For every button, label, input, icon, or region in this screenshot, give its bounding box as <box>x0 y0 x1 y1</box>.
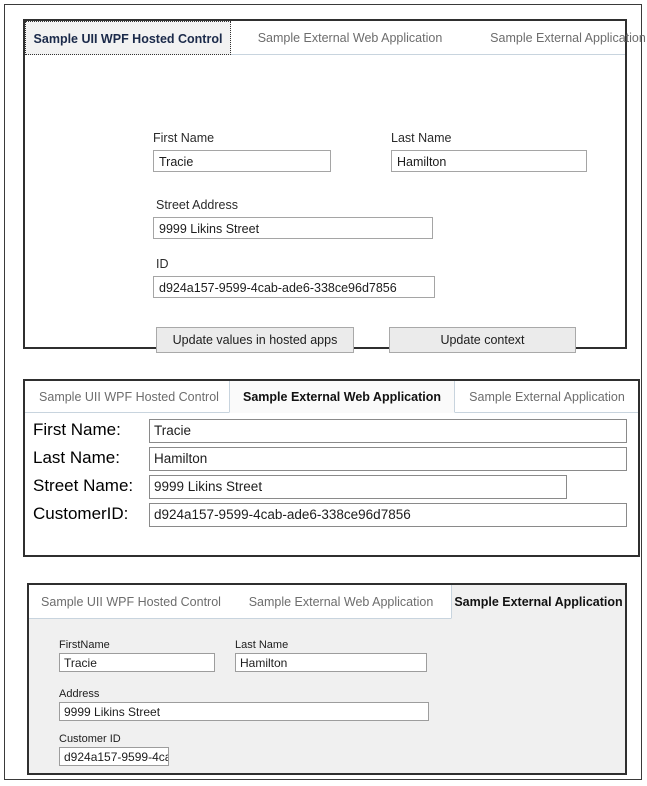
label-street-address: Street Address <box>156 198 238 212</box>
input-street-name[interactable]: 9999 Likins Street <box>149 475 567 499</box>
input-last-name[interactable]: Hamilton <box>149 447 627 471</box>
input-first-name[interactable]: Tracie <box>59 653 215 672</box>
label-id: ID <box>156 257 169 271</box>
label-first-name: First Name: <box>33 420 121 439</box>
row-first-name: First Name: Tracie <box>25 417 638 445</box>
update-context-button[interactable]: Update context <box>389 327 576 353</box>
panel-web-content: First Name: Tracie Last Name: Hamilton S… <box>25 413 638 555</box>
tabstrip-ext: Sample UII WPF Hosted Control Sample Ext… <box>29 585 625 619</box>
label-first-name: First Name <box>153 131 215 145</box>
tab-wpf-external-application[interactable]: Sample External Application <box>468 21 647 55</box>
tab-web-external-application[interactable]: Sample External Application <box>457 381 637 413</box>
label-last-name: Last Name <box>235 639 289 651</box>
row-street-name: Street Name: 9999 Likins Street <box>25 473 638 501</box>
update-values-in-hosted-apps-button[interactable]: Update values in hosted apps <box>156 327 354 353</box>
row-last-name: Last Name: Hamilton <box>25 445 638 473</box>
tab-web-hosted-control[interactable]: Sample UII WPF Hosted Control <box>29 381 229 413</box>
page-frame: Sample UII WPF Hosted Control Sample Ext… <box>4 4 646 780</box>
tab-wpf-external-web-application[interactable]: Sample External Web Application <box>239 21 461 55</box>
row-customer-id: CustomerID: d924a157-9599-4cab-ade6-338c… <box>25 501 638 529</box>
tab-ext-external-application[interactable]: Sample External Application <box>451 585 625 619</box>
tabstrip-wpf: Sample UII WPF Hosted Control Sample Ext… <box>25 21 646 55</box>
label-last-name: Last Name: <box>33 448 120 467</box>
tab-web-external-web-application[interactable]: Sample External Web Application <box>229 381 455 413</box>
tab-ext-external-web-application[interactable]: Sample External Web Application <box>231 585 451 619</box>
input-id[interactable]: d924a157-9599-4cab-ade6-338ce96d7856 <box>153 276 435 298</box>
input-street-address[interactable]: 9999 Likins Street <box>153 217 433 239</box>
label-first-name: FirstName <box>59 639 110 651</box>
input-address[interactable]: 9999 Likins Street <box>59 702 429 721</box>
label-last-name: Last Name <box>391 131 452 145</box>
panel-wpf-content: First Name Tracie Last Name Hamilton Str… <box>25 55 625 353</box>
tab-ext-hosted-control[interactable]: Sample UII WPF Hosted Control <box>31 585 231 619</box>
input-customer-id[interactable]: d924a157-9599-4ca <box>59 747 169 766</box>
tab-wpf-hosted-control[interactable]: Sample UII WPF Hosted Control <box>25 21 231 55</box>
tabstrip-web: Sample UII WPF Hosted Control Sample Ext… <box>25 381 638 413</box>
input-customer-id[interactable]: d924a157-9599-4cab-ade6-338ce96d7856 <box>149 503 627 527</box>
panel-external-web-application: Sample UII WPF Hosted Control Sample Ext… <box>23 379 640 557</box>
label-customer-id: Customer ID <box>59 733 121 745</box>
label-street-name: Street Name: <box>33 476 134 495</box>
input-last-name[interactable]: Hamilton <box>391 150 587 172</box>
input-last-name[interactable]: Hamilton <box>235 653 427 672</box>
panel-external-application: Sample UII WPF Hosted Control Sample Ext… <box>27 583 627 775</box>
label-customer-id: CustomerID: <box>33 504 129 523</box>
input-first-name[interactable]: Tracie <box>153 150 331 172</box>
label-address: Address <box>59 688 100 700</box>
panel-wpf-hosted-control: Sample UII WPF Hosted Control Sample Ext… <box>23 19 646 353</box>
input-first-name[interactable]: Tracie <box>149 419 627 443</box>
panel-ext-content: FirstName Tracie Last Name Hamilton Addr… <box>29 619 625 773</box>
